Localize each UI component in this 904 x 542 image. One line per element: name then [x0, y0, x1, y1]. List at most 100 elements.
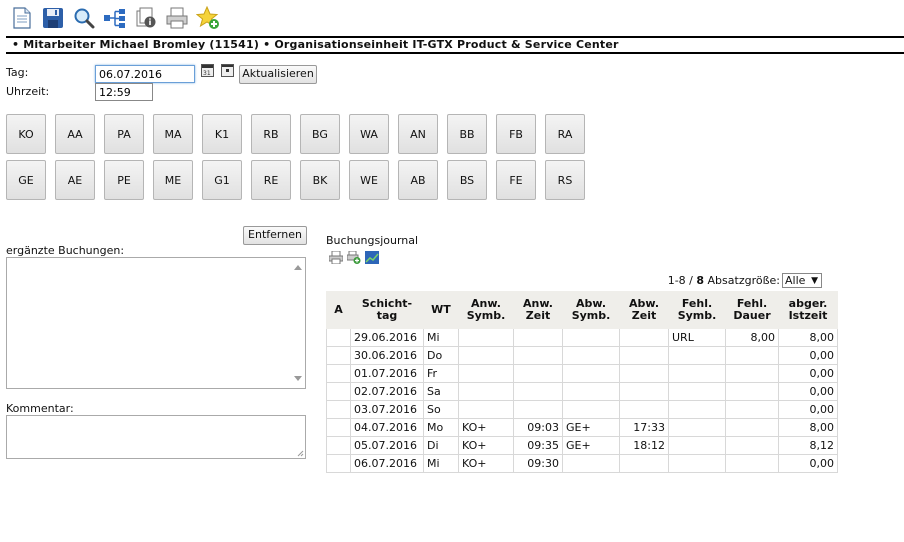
table-cell: 29.06.2016: [350, 328, 424, 347]
date-input[interactable]: [95, 65, 195, 83]
booking-button-an[interactable]: AN: [398, 114, 438, 154]
table-cell: [562, 454, 620, 473]
resize-handle-icon[interactable]: [297, 450, 304, 457]
booking-button-bk[interactable]: BK: [300, 160, 340, 200]
booking-button-pe[interactable]: PE: [104, 160, 144, 200]
booking-button-fb[interactable]: FB: [496, 114, 536, 154]
booking-button-g1[interactable]: G1: [202, 160, 242, 200]
table-cell: [326, 454, 351, 473]
calendar-icon[interactable]: 31: [201, 64, 214, 77]
booking-button-ab[interactable]: AB: [398, 160, 438, 200]
booking-button-bs[interactable]: BS: [447, 160, 487, 200]
booking-button-ae[interactable]: AE: [55, 160, 95, 200]
search-icon[interactable]: [72, 6, 96, 30]
column-header[interactable]: Schicht- tag: [350, 291, 424, 329]
table-cell: Sa: [423, 382, 459, 401]
booking-button-fe[interactable]: FE: [496, 160, 536, 200]
table-cell: [458, 346, 514, 365]
booking-button-bg[interactable]: BG: [300, 114, 340, 154]
journal-print-icon[interactable]: [329, 251, 343, 264]
table-cell: [326, 382, 351, 401]
paging-info: 1-8 / 8 Absatzgröße:: [668, 274, 780, 287]
booking-button-re[interactable]: RE: [251, 160, 291, 200]
table-cell: 03.07.2016: [350, 400, 424, 419]
table-cell: [668, 418, 726, 437]
booking-button-aa[interactable]: AA: [55, 114, 95, 154]
org-tree-icon[interactable]: [103, 6, 127, 30]
column-header[interactable]: Abw. Symb.: [562, 291, 620, 329]
table-row[interactable]: 29.06.2016 Mi URL 8,00 8,00: [326, 328, 838, 347]
table-row[interactable]: 05.07.2016 Di KO+ 09:35 GE+ 18:12 8,12: [326, 436, 838, 455]
table-header-row: A Schicht- tag WT Anw. Symb. Anw. Zeit Abw. S…: [326, 291, 838, 329]
table-cell: 09:30: [513, 454, 563, 473]
refresh-button[interactable]: Aktualisieren: [239, 65, 317, 84]
booking-button-we[interactable]: WE: [349, 160, 389, 200]
column-header[interactable]: Fehl. Symb.: [668, 291, 726, 329]
column-header[interactable]: Abw. Zeit: [619, 291, 669, 329]
table-row[interactable]: 03.07.2016 So 0,00: [326, 400, 838, 419]
table-cell: KO+: [458, 436, 514, 455]
table-cell: [326, 436, 351, 455]
table-row[interactable]: 02.07.2016 Sa 0,00: [326, 382, 838, 401]
column-header[interactable]: Anw. Symb.: [458, 291, 514, 329]
table-cell: [513, 328, 563, 347]
table-cell: Di: [423, 436, 459, 455]
table-cell: 30.06.2016: [350, 346, 424, 365]
new-document-icon[interactable]: [10, 6, 34, 30]
remove-button[interactable]: Entfernen: [243, 226, 307, 245]
booking-button-k1[interactable]: K1: [202, 114, 242, 154]
favorite-add-icon[interactable]: [196, 6, 220, 30]
column-header[interactable]: WT: [423, 291, 459, 329]
list-scrollbar[interactable]: [290, 259, 304, 387]
booking-button-wa[interactable]: WA: [349, 114, 389, 154]
document-info-icon[interactable]: [134, 6, 158, 30]
added-bookings-list[interactable]: [6, 257, 306, 389]
column-header[interactable]: abger. Istzeit: [778, 291, 838, 329]
time-input[interactable]: [95, 83, 153, 101]
table-cell: 04.07.2016: [350, 418, 424, 437]
scroll-up-icon[interactable]: [294, 265, 302, 270]
table-row[interactable]: 06.07.2016 Mi KO+ 09:30 0,00: [326, 454, 838, 473]
table-cell: [619, 454, 669, 473]
table-cell: [619, 364, 669, 383]
table-cell: 06.07.2016: [350, 454, 424, 473]
booking-button-rb[interactable]: RB: [251, 114, 291, 154]
table-cell: [562, 346, 620, 365]
print-icon[interactable]: [165, 6, 189, 30]
table-cell: [668, 382, 726, 401]
save-icon[interactable]: [41, 6, 65, 30]
booking-button-ko[interactable]: KO: [6, 114, 46, 154]
added-bookings-label: ergänzte Buchungen:: [6, 244, 125, 257]
table-cell: [458, 364, 514, 383]
table-cell: [668, 400, 726, 419]
table-cell: [619, 328, 669, 347]
comment-textarea[interactable]: [6, 415, 306, 459]
booking-button-ra[interactable]: RA: [545, 114, 585, 154]
scroll-down-icon[interactable]: [294, 376, 302, 381]
column-header[interactable]: Fehl. Dauer: [725, 291, 779, 329]
date-picker-icon[interactable]: [221, 64, 234, 77]
booking-button-rs[interactable]: RS: [545, 160, 585, 200]
table-cell: [458, 382, 514, 401]
booking-button-pa[interactable]: PA: [104, 114, 144, 154]
column-header[interactable]: A: [326, 291, 351, 329]
column-header[interactable]: Anw. Zeit: [513, 291, 563, 329]
booking-button-me[interactable]: ME: [153, 160, 193, 200]
journal-title: Buchungsjournal: [326, 234, 419, 247]
table-cell: [619, 382, 669, 401]
table-cell: 8,00: [725, 328, 779, 347]
booking-button-bb[interactable]: BB: [447, 114, 487, 154]
journal-print-add-icon[interactable]: [347, 251, 361, 264]
table-cell: [326, 346, 351, 365]
journal-chart-icon[interactable]: [365, 251, 379, 264]
table-cell: [326, 328, 351, 347]
table-row[interactable]: 04.07.2016 Mo KO+ 09:03 GE+ 17:33 8,00: [326, 418, 838, 437]
table-row[interactable]: 01.07.2016 Fr 0,00: [326, 364, 838, 383]
booking-button-ge[interactable]: GE: [6, 160, 46, 200]
table-cell: [513, 382, 563, 401]
page-size-select[interactable]: Alle ▼: [782, 273, 822, 288]
booking-button-ma[interactable]: MA: [153, 114, 193, 154]
booking-journal-table: A Schicht- tag WT Anw. Symb. Anw. Zeit Abw. S…: [326, 291, 838, 473]
table-row[interactable]: 30.06.2016 Do 0,00: [326, 346, 838, 365]
journal-actions: [329, 251, 379, 264]
